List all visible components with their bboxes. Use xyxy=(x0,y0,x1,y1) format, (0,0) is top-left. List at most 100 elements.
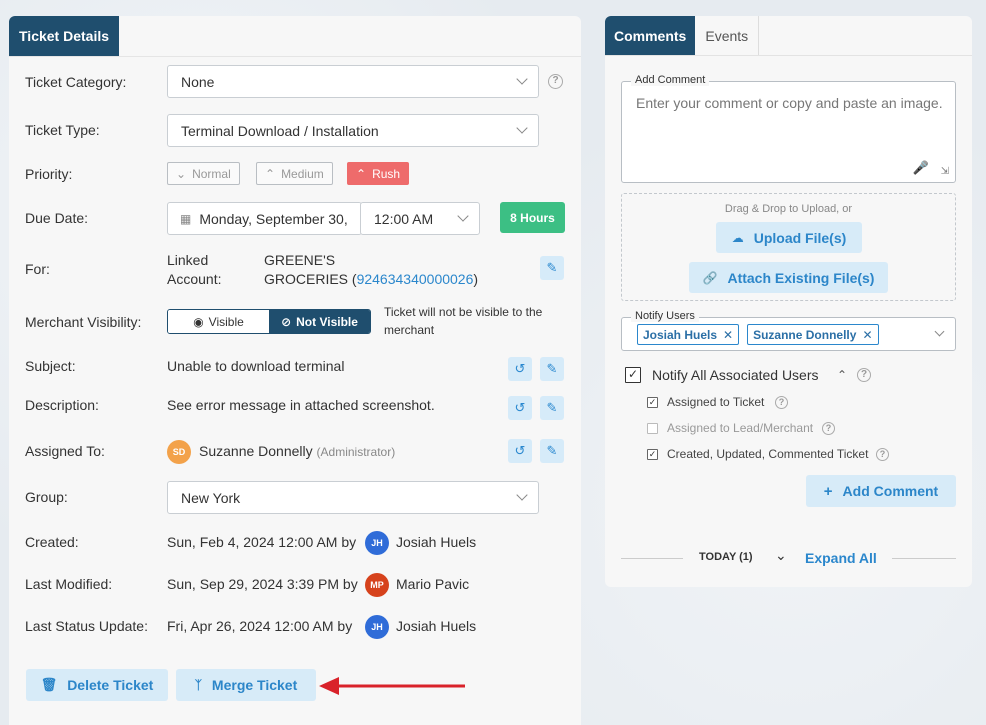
comments-panel: Comments Events Add Comment Enter your c… xyxy=(605,16,972,587)
status-update-label: Last Status Update: xyxy=(25,618,148,634)
pencil-icon: ✎ xyxy=(546,361,558,376)
due-date-value: Monday, September 30, xyxy=(199,210,348,227)
modified-value: Sun, Sep 29, 2024 3:39 PM by xyxy=(167,576,358,592)
priority-normal-label: Normal xyxy=(192,166,231,181)
linked-account-value: GREENE'S GROCERIES (924634340000026) xyxy=(264,251,478,289)
upload-dropzone[interactable]: Drag & Drop to Upload, or ☁ Upload File(… xyxy=(621,193,956,301)
priority-normal-button[interactable]: ⌄ Normal xyxy=(167,162,240,185)
today-label: TODAY (1) xyxy=(699,551,753,563)
avatar: SD xyxy=(167,440,191,464)
avatar: MP xyxy=(365,573,389,597)
linked-label-line2: Account: xyxy=(167,271,222,287)
avatar: JH xyxy=(365,531,389,555)
microphone-icon[interactable]: 🎤 xyxy=(913,160,929,176)
notify-chip[interactable]: Suzanne Donnelly ✕ xyxy=(747,324,879,345)
assigned-role: (Administrator) xyxy=(316,445,396,459)
group-label: Group: xyxy=(25,489,68,505)
resize-handle-icon[interactable]: ⇲ xyxy=(941,166,949,177)
type-select[interactable]: Terminal Download / Installation xyxy=(167,114,539,147)
drag-text: Drag & Drop to Upload, or xyxy=(724,203,853,215)
assigned-label: Assigned To: xyxy=(25,443,105,459)
description-label: Description: xyxy=(25,397,99,413)
description-edit-button[interactable]: ✎ xyxy=(540,396,564,420)
visibility-toggle[interactable]: ◉ Visible ⊘ Not Visible xyxy=(167,309,371,334)
notify-users-select[interactable]: Notify Users Josiah Huels ✕ Suzanne Donne… xyxy=(621,310,956,351)
account-name-line2: GROCERIES (924634340000026) xyxy=(264,270,478,289)
add-comment-box[interactable]: Add Comment Enter your comment or copy a… xyxy=(621,74,956,183)
account-name-line1: GREENE'S xyxy=(264,252,336,268)
due-date-label: Due Date: xyxy=(25,210,89,226)
close-icon[interactable]: ✕ xyxy=(862,328,872,342)
chevron-up-icon[interactable]: ⌃ xyxy=(837,368,847,382)
history-icon: ↺ xyxy=(514,361,526,376)
notify-chip[interactable]: Josiah Huels ✕ xyxy=(637,324,740,345)
not-visible-option[interactable]: ⊘ Not Visible xyxy=(269,310,370,333)
visible-option[interactable]: ◉ Visible xyxy=(168,310,269,333)
calendar-icon: ▦ xyxy=(180,211,192,226)
option-checkbox[interactable]: ✓ xyxy=(647,449,658,460)
type-value: Terminal Download / Installation xyxy=(181,122,379,139)
chevron-down-icon[interactable]: ⌄ xyxy=(775,547,787,564)
type-label: Ticket Type: xyxy=(25,122,100,138)
chevron-down-icon[interactable] xyxy=(934,326,945,337)
close-icon[interactable]: ✕ xyxy=(723,328,733,342)
chevron-down-icon xyxy=(516,73,528,85)
notify-all-checkbox[interactable]: ✓ xyxy=(625,367,641,383)
chevron-down-icon xyxy=(457,210,469,222)
status-update-value: Fri, Apr 26, 2024 12:00 AM by xyxy=(167,618,353,634)
chevron-down-icon xyxy=(516,122,528,134)
history-icon: ↺ xyxy=(514,400,526,415)
add-comment-button[interactable]: + Add Comment xyxy=(806,475,956,507)
category-select[interactable]: None xyxy=(167,65,539,98)
comment-input[interactable]: Enter your comment or copy and paste an … xyxy=(636,95,943,111)
chevron-down-icon: ⌄ xyxy=(176,166,187,181)
assigned-history-button[interactable]: ↺ xyxy=(508,439,532,463)
tab-comments[interactable]: Comments xyxy=(605,16,696,55)
option-checkbox[interactable]: ✓ xyxy=(647,397,658,408)
pencil-icon: ✎ xyxy=(546,443,558,458)
subject-history-button[interactable]: ↺ xyxy=(508,357,532,381)
help-icon[interactable]: ? xyxy=(775,396,788,409)
expand-all-link[interactable]: Expand All xyxy=(805,550,877,566)
edit-account-button[interactable]: ✎ xyxy=(540,256,564,280)
category-label: Ticket Category: xyxy=(25,74,127,90)
priority-medium-button[interactable]: ⌃ Medium xyxy=(256,162,333,185)
upload-files-button[interactable]: ☁ Upload File(s) xyxy=(716,222,862,253)
assigned-edit-button[interactable]: ✎ xyxy=(540,439,564,463)
history-icon: ↺ xyxy=(514,443,526,458)
visibility-note: Ticket will not be visible to the mercha… xyxy=(384,305,543,337)
option-checkbox[interactable] xyxy=(647,423,658,434)
option-label: Assigned to Lead/Merchant xyxy=(667,421,814,435)
tab-ticket-details[interactable]: Ticket Details xyxy=(9,16,120,56)
due-time-select[interactable]: 12:00 AM xyxy=(360,202,480,235)
help-icon[interactable]: ? xyxy=(548,74,563,89)
due-date-input[interactable]: ▦ Monday, September 30, xyxy=(167,202,362,235)
description-history-button[interactable]: ↺ xyxy=(508,396,532,420)
divider xyxy=(621,558,683,559)
eye-icon: ◉ xyxy=(193,314,204,329)
group-select[interactable]: New York xyxy=(167,481,539,514)
priority-medium-label: Medium xyxy=(281,166,324,181)
subject-edit-button[interactable]: ✎ xyxy=(540,357,564,381)
help-icon[interactable]: ? xyxy=(822,422,835,435)
help-icon[interactable]: ? xyxy=(876,448,889,461)
priority-rush-label: Rush xyxy=(372,166,401,181)
annotation-arrow-icon xyxy=(319,677,465,695)
tab-events[interactable]: Events xyxy=(695,16,760,55)
merge-ticket-button[interactable]: ᛉ Merge Ticket xyxy=(176,669,316,701)
account-close-paren: ) xyxy=(473,271,479,287)
created-user: Josiah Huels xyxy=(396,534,477,550)
priority-label: Priority: xyxy=(25,166,73,182)
visible-label: Visible xyxy=(208,314,244,329)
attach-files-button[interactable]: 🔗 Attach Existing File(s) xyxy=(689,262,888,293)
notify-chips: Josiah Huels ✕ Suzanne Donnelly ✕ xyxy=(637,324,879,345)
help-icon[interactable]: ? xyxy=(857,368,871,382)
ticket-details-panel: Ticket Details Ticket Category: None ? T… xyxy=(9,16,581,725)
account-id-link[interactable]: 924634340000026 xyxy=(357,271,474,287)
priority-rush-button[interactable]: ⌃ Rush xyxy=(347,162,410,185)
attach-files-label: Attach Existing File(s) xyxy=(727,269,875,286)
description-value: See error message in attached screenshot… xyxy=(167,397,435,413)
chip-label: Josiah Huels xyxy=(643,327,718,342)
visibility-label: Merchant Visibility: xyxy=(25,314,142,330)
delete-ticket-button[interactable]: 🗑 Delete Ticket xyxy=(26,669,168,701)
